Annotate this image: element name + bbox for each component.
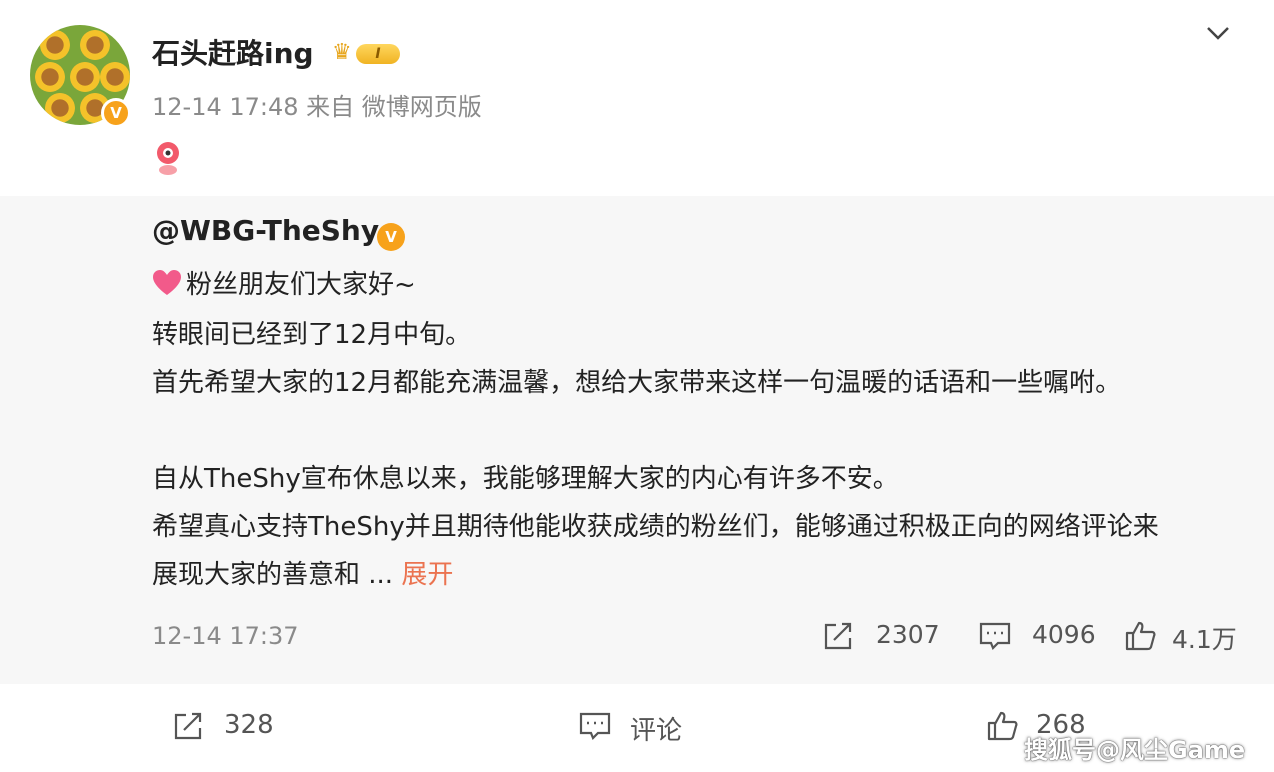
crown-icon: ♛ bbox=[332, 40, 352, 65]
repost-line: 展现大家的善意和 ... 展开 bbox=[152, 554, 453, 591]
username[interactable]: 石头赶路ing bbox=[152, 32, 314, 72]
verified-badge-icon: V bbox=[101, 98, 131, 128]
like-stat[interactable]: 4.1万 bbox=[1124, 620, 1244, 654]
repost-line: 粉丝朋友们大家好~ bbox=[152, 264, 416, 301]
comment-stat[interactable]: 4096 bbox=[978, 620, 1098, 652]
action-bar: 328 评论 268 搜狐号@风尘Game bbox=[0, 684, 1274, 772]
emoji-icon bbox=[157, 142, 179, 175]
comment-count: 4096 bbox=[1032, 620, 1096, 649]
repost-time: 12-14 17:37 bbox=[152, 622, 299, 650]
repost-line: 首先希望大家的12月都能充满温馨，想给大家带来这样一句温暖的话语和一些嘱咐。 bbox=[152, 368, 1122, 398]
comment-icon bbox=[579, 712, 611, 740]
repost-author[interactable]: @WBG-TheShy bbox=[152, 214, 379, 247]
comment-button[interactable]: 评论 bbox=[578, 710, 698, 746]
repost-text: 粉丝朋友们大家好~ bbox=[186, 270, 416, 300]
member-level-badge[interactable]: ♛ I bbox=[332, 40, 402, 68]
repost-text: 展现大家的善意和 bbox=[152, 560, 369, 590]
repost-icon bbox=[174, 712, 202, 740]
watermark: 搜狐号@风尘Game bbox=[1024, 736, 1246, 764]
level-badge: I bbox=[356, 44, 400, 64]
chevron-down-icon[interactable] bbox=[1203, 18, 1233, 48]
post-meta: 12-14 17:48 来自 微博网页版 bbox=[152, 93, 482, 121]
repost-card[interactable]: @WBG-TheShy V 粉丝朋友们大家好~ 转眼间已经到了12月中旬。 首先… bbox=[0, 196, 1274, 684]
repost-count: 328 bbox=[224, 710, 274, 740]
comment-label: 评论 bbox=[630, 716, 683, 746]
thumbs-up-icon bbox=[1125, 621, 1156, 651]
expand-link[interactable]: 展开 bbox=[401, 560, 453, 590]
comment-icon bbox=[979, 622, 1011, 650]
repost-button[interactable]: 328 bbox=[172, 710, 292, 742]
repost-count: 2307 bbox=[876, 620, 940, 649]
heart-icon bbox=[153, 270, 181, 295]
ellipsis: ... bbox=[368, 560, 394, 590]
like-count: 4.1万 bbox=[1172, 625, 1237, 654]
thumbs-up-icon bbox=[987, 711, 1018, 741]
repost-line: 希望真心支持TheShy并且期待他能收获成绩的粉丝们，能够通过积极正向的网络评论… bbox=[152, 512, 1159, 542]
repost-line: 转眼间已经到了12月中旬。 bbox=[152, 320, 472, 350]
repost-line: 自从TheShy宣布休息以来，我能够理解大家的内心有许多不安。 bbox=[152, 464, 899, 494]
repost-stat[interactable]: 2307 bbox=[822, 620, 942, 652]
verified-badge-icon: V bbox=[377, 223, 405, 251]
repost-icon bbox=[824, 622, 852, 650]
